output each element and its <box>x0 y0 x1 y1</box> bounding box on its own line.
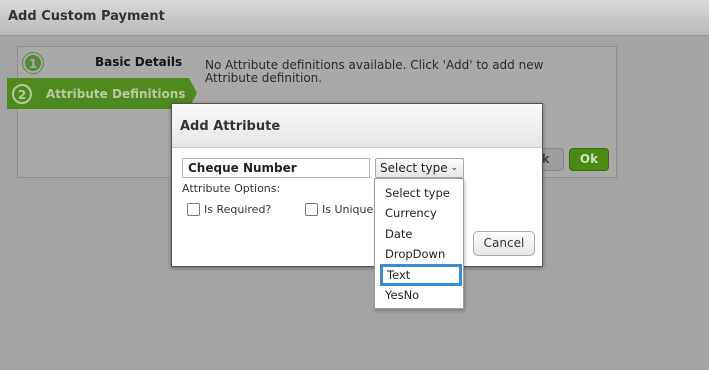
empty-attributes-message: No Attribute definitions available. Clic… <box>205 58 544 85</box>
window-title-bar: Add Custom Payment <box>0 0 709 36</box>
window-title: Add Custom Payment <box>8 9 165 24</box>
step-number-badge: 2 <box>12 84 32 104</box>
dialog-title: Add Attribute <box>180 119 281 134</box>
dropdown-option-yesno[interactable]: YesNo <box>375 285 463 305</box>
chevron-down-icon: ⌄ <box>450 163 458 173</box>
is-required-checkbox[interactable]: Is Required? <box>187 202 297 218</box>
attribute-type-dropdown: Select type Currency Date DropDown Text … <box>374 178 464 309</box>
dropdown-option-dropdown[interactable]: DropDown <box>375 244 463 264</box>
attribute-options-label: Attribute Options: <box>182 182 281 195</box>
step-number-badge: 1 <box>23 53 43 73</box>
checkbox-box[interactable] <box>187 203 200 216</box>
ok-button[interactable]: Ok <box>569 148 609 171</box>
checkbox-label: Is Required? <box>204 203 272 216</box>
dropdown-option-select-type[interactable]: Select type <box>375 183 463 203</box>
step-label: Basic Details <box>95 55 183 69</box>
checkbox-label: Is Unique <box>322 203 374 216</box>
type-select-value: Select type <box>380 161 448 175</box>
wizard-step-attribute-definitions[interactable]: 2 Attribute Definitions <box>7 78 197 109</box>
add-attribute-dialog: Add Attribute Select type ⌄ Attribute Op… <box>171 103 543 267</box>
wizard-step-basic-details[interactable]: 1 Basic Details <box>17 47 187 77</box>
step-label: Attribute Definitions <box>46 87 186 101</box>
dialog-header: Add Attribute <box>172 104 542 148</box>
dropdown-option-currency[interactable]: Currency <box>375 203 463 223</box>
attribute-name-input[interactable] <box>182 158 370 178</box>
dropdown-option-date[interactable]: Date <box>375 224 463 244</box>
dropdown-option-text[interactable]: Text <box>380 264 462 286</box>
cancel-button[interactable]: Cancel <box>473 231 535 256</box>
attribute-type-select[interactable]: Select type ⌄ <box>375 158 464 178</box>
checkbox-box[interactable] <box>305 203 318 216</box>
